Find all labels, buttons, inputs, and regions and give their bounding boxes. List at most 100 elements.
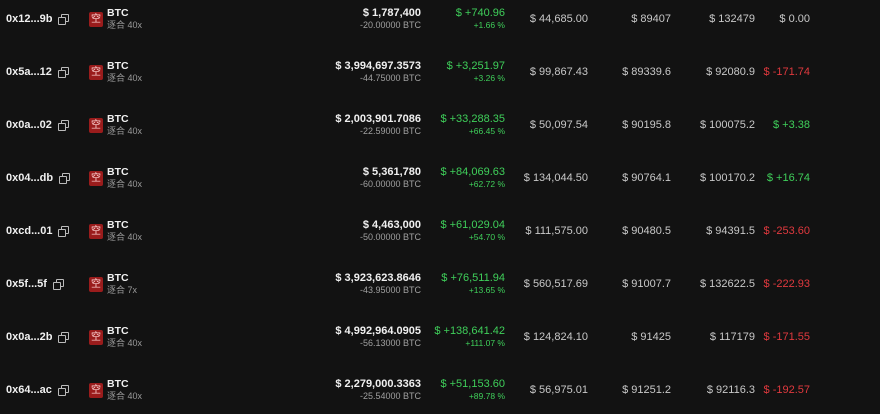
- unrealized-pnl: $ +3,251.97 +3.26 %: [447, 60, 505, 84]
- table-row[interactable]: 0x5a...12 空 BTC 逐合 40x $ 3,994,697.3573 -44…: [0, 46, 880, 99]
- address-text[interactable]: 0x5a...12: [6, 66, 52, 78]
- copy-icon[interactable]: [59, 173, 71, 184]
- position-usd: $ 4,992,964.0905: [335, 325, 421, 337]
- position-usd: $ 3,994,697.3573: [335, 60, 421, 72]
- position-usd: $ 3,923,623.8646: [335, 272, 421, 284]
- table-row[interactable]: 0x0a...2b 空 BTC 逐合 40x $ 4,992,964.0905 -56…: [0, 311, 880, 364]
- leverage-label: 逐合 40x: [107, 232, 143, 242]
- position-value: $ 4,992,964.0905 -56.13000 BTC: [335, 325, 421, 349]
- wallet-address[interactable]: 0x12...9b: [6, 13, 70, 25]
- liquidation-price: $ 92080.9: [706, 66, 755, 78]
- wallet-address[interactable]: 0x5f...5f: [6, 278, 64, 290]
- unrealized-pnl: $ +84,069.63 +62.72 %: [440, 166, 505, 190]
- position-value: $ 2,003,901.7086 -22.59000 BTC: [335, 113, 421, 137]
- unrealized-pnl: $ +51,153.60 +89.78 %: [440, 378, 505, 402]
- leverage-label: 逐合 40x: [107, 73, 143, 83]
- asset-cell: 空 BTC 逐合 40x: [89, 166, 142, 190]
- copy-icon[interactable]: [57, 385, 69, 396]
- margin-value: $ 99,867.43: [529, 66, 588, 78]
- table-row[interactable]: 0x12...9b 空 BTC 逐合 40x $ 1,787,400 -20.0000…: [0, 0, 880, 46]
- leverage-label: 逐合 40x: [107, 391, 143, 401]
- entry-price: $ 89407: [631, 13, 671, 25]
- funding-fee: $ -222.93: [763, 278, 810, 290]
- copy-icon[interactable]: [58, 332, 70, 343]
- table-row[interactable]: 0xcd...01 空 BTC 逐合 40x $ 4,463,000 -50.0000…: [0, 205, 880, 258]
- position-btc: -43.95000 BTC: [359, 285, 421, 295]
- asset-symbol: BTC: [107, 272, 129, 284]
- unrealized-pnl: $ +33,288.35 +66.45 %: [440, 113, 505, 137]
- leverage-label: 逐合 40x: [107, 20, 143, 30]
- position-usd: $ 2,003,901.7086: [335, 113, 421, 125]
- short-badge-icon: 空: [89, 329, 103, 345]
- position-usd: $ 5,361,780: [362, 166, 421, 178]
- address-text[interactable]: 0x04...db: [6, 172, 53, 184]
- wallet-address[interactable]: 0x0a...02: [6, 119, 69, 131]
- asset-cell: 空 BTC 逐合 40x: [89, 7, 142, 31]
- pnl-percent: +89.78 %: [468, 391, 505, 401]
- pnl-usd: $ +76,511.94: [441, 272, 505, 284]
- pnl-usd: $ +84,069.63: [440, 166, 505, 178]
- entry-price: $ 91007.7: [622, 278, 671, 290]
- unrealized-pnl: $ +61,029.04 +54.70 %: [440, 219, 505, 243]
- position-value: $ 5,361,780 -60.00000 BTC: [360, 166, 421, 190]
- position-btc: -50.00000 BTC: [359, 232, 421, 242]
- liquidation-price: $ 92116.3: [706, 384, 755, 396]
- entry-price: $ 89339.6: [622, 66, 671, 78]
- funding-fee: $ -171.55: [763, 331, 810, 343]
- position-btc: -60.00000 BTC: [359, 179, 421, 189]
- pnl-percent: +3.26 %: [473, 73, 505, 83]
- pnl-percent: +66.45 %: [468, 126, 505, 136]
- wallet-address[interactable]: 0x0a...2b: [6, 331, 70, 343]
- position-usd: $ 1,787,400: [362, 7, 421, 19]
- wallet-address[interactable]: 0xcd...01: [6, 225, 70, 237]
- entry-price: $ 90195.8: [622, 119, 671, 131]
- position-value: $ 3,994,697.3573 -44.75000 BTC: [335, 60, 421, 84]
- leverage-label: 逐合 40x: [107, 338, 143, 348]
- short-badge-icon: 空: [89, 382, 103, 398]
- address-text[interactable]: 0x64...ac: [6, 384, 52, 396]
- pnl-usd: $ +3,251.97: [446, 60, 505, 72]
- table-row[interactable]: 0x5f...5f 空 BTC 逐合 7x $ 3,923,623.8646 -43.…: [0, 258, 880, 311]
- funding-fee: $ +16.74: [766, 172, 810, 184]
- entry-price: $ 90764.1: [622, 172, 671, 184]
- liquidation-price: $ 132479: [709, 13, 755, 25]
- table-row[interactable]: 0x64...ac 空 BTC 逐合 40x $ 2,279,000.3363 -25…: [0, 364, 880, 414]
- copy-icon[interactable]: [58, 14, 70, 25]
- short-badge-icon: 空: [89, 223, 103, 239]
- margin-value: $ 124,824.10: [523, 331, 588, 343]
- address-text[interactable]: 0xcd...01: [6, 225, 52, 237]
- copy-icon[interactable]: [57, 120, 69, 131]
- margin-value: $ 111,575.00: [525, 225, 588, 237]
- position-value: $ 1,787,400 -20.00000 BTC: [360, 7, 421, 31]
- asset-symbol: BTC: [107, 60, 129, 72]
- pnl-usd: $ +138,641.42: [434, 325, 505, 337]
- copy-icon[interactable]: [52, 279, 64, 290]
- funding-fee: $ -192.57: [763, 384, 810, 396]
- copy-icon[interactable]: [57, 67, 69, 78]
- address-text[interactable]: 0x0a...02: [6, 119, 52, 131]
- liquidation-price: $ 132622.5: [699, 278, 755, 290]
- margin-value: $ 134,044.50: [523, 172, 588, 184]
- address-text[interactable]: 0x5f...5f: [6, 278, 47, 290]
- asset-cell: 空 BTC 逐合 40x: [89, 219, 142, 243]
- wallet-address[interactable]: 0x5a...12: [6, 66, 69, 78]
- pnl-percent: +62.72 %: [468, 179, 505, 189]
- address-text[interactable]: 0x12...9b: [6, 13, 52, 25]
- pnl-usd: $ +740.96: [455, 7, 505, 19]
- position-btc: -22.59000 BTC: [359, 126, 421, 136]
- short-badge-icon: 空: [89, 64, 103, 80]
- copy-icon[interactable]: [58, 226, 70, 237]
- pnl-percent: +54.70 %: [468, 232, 505, 242]
- position-usd: $ 4,463,000: [362, 219, 421, 231]
- asset-symbol: BTC: [107, 325, 129, 337]
- address-text[interactable]: 0x0a...2b: [6, 331, 52, 343]
- margin-value: $ 56,975.01: [529, 384, 588, 396]
- wallet-address[interactable]: 0x04...db: [6, 172, 71, 184]
- position-value: $ 3,923,623.8646 -43.95000 BTC: [335, 272, 421, 296]
- table-row[interactable]: 0x04...db 空 BTC 逐合 40x $ 5,361,780 -60.0000…: [0, 152, 880, 205]
- table-row[interactable]: 0x0a...02 空 BTC 逐合 40x $ 2,003,901.7086 -22…: [0, 99, 880, 152]
- liquidation-price: $ 94391.5: [706, 225, 755, 237]
- position-btc: -56.13000 BTC: [359, 338, 421, 348]
- wallet-address[interactable]: 0x64...ac: [6, 384, 69, 396]
- position-btc: -20.00000 BTC: [359, 20, 421, 30]
